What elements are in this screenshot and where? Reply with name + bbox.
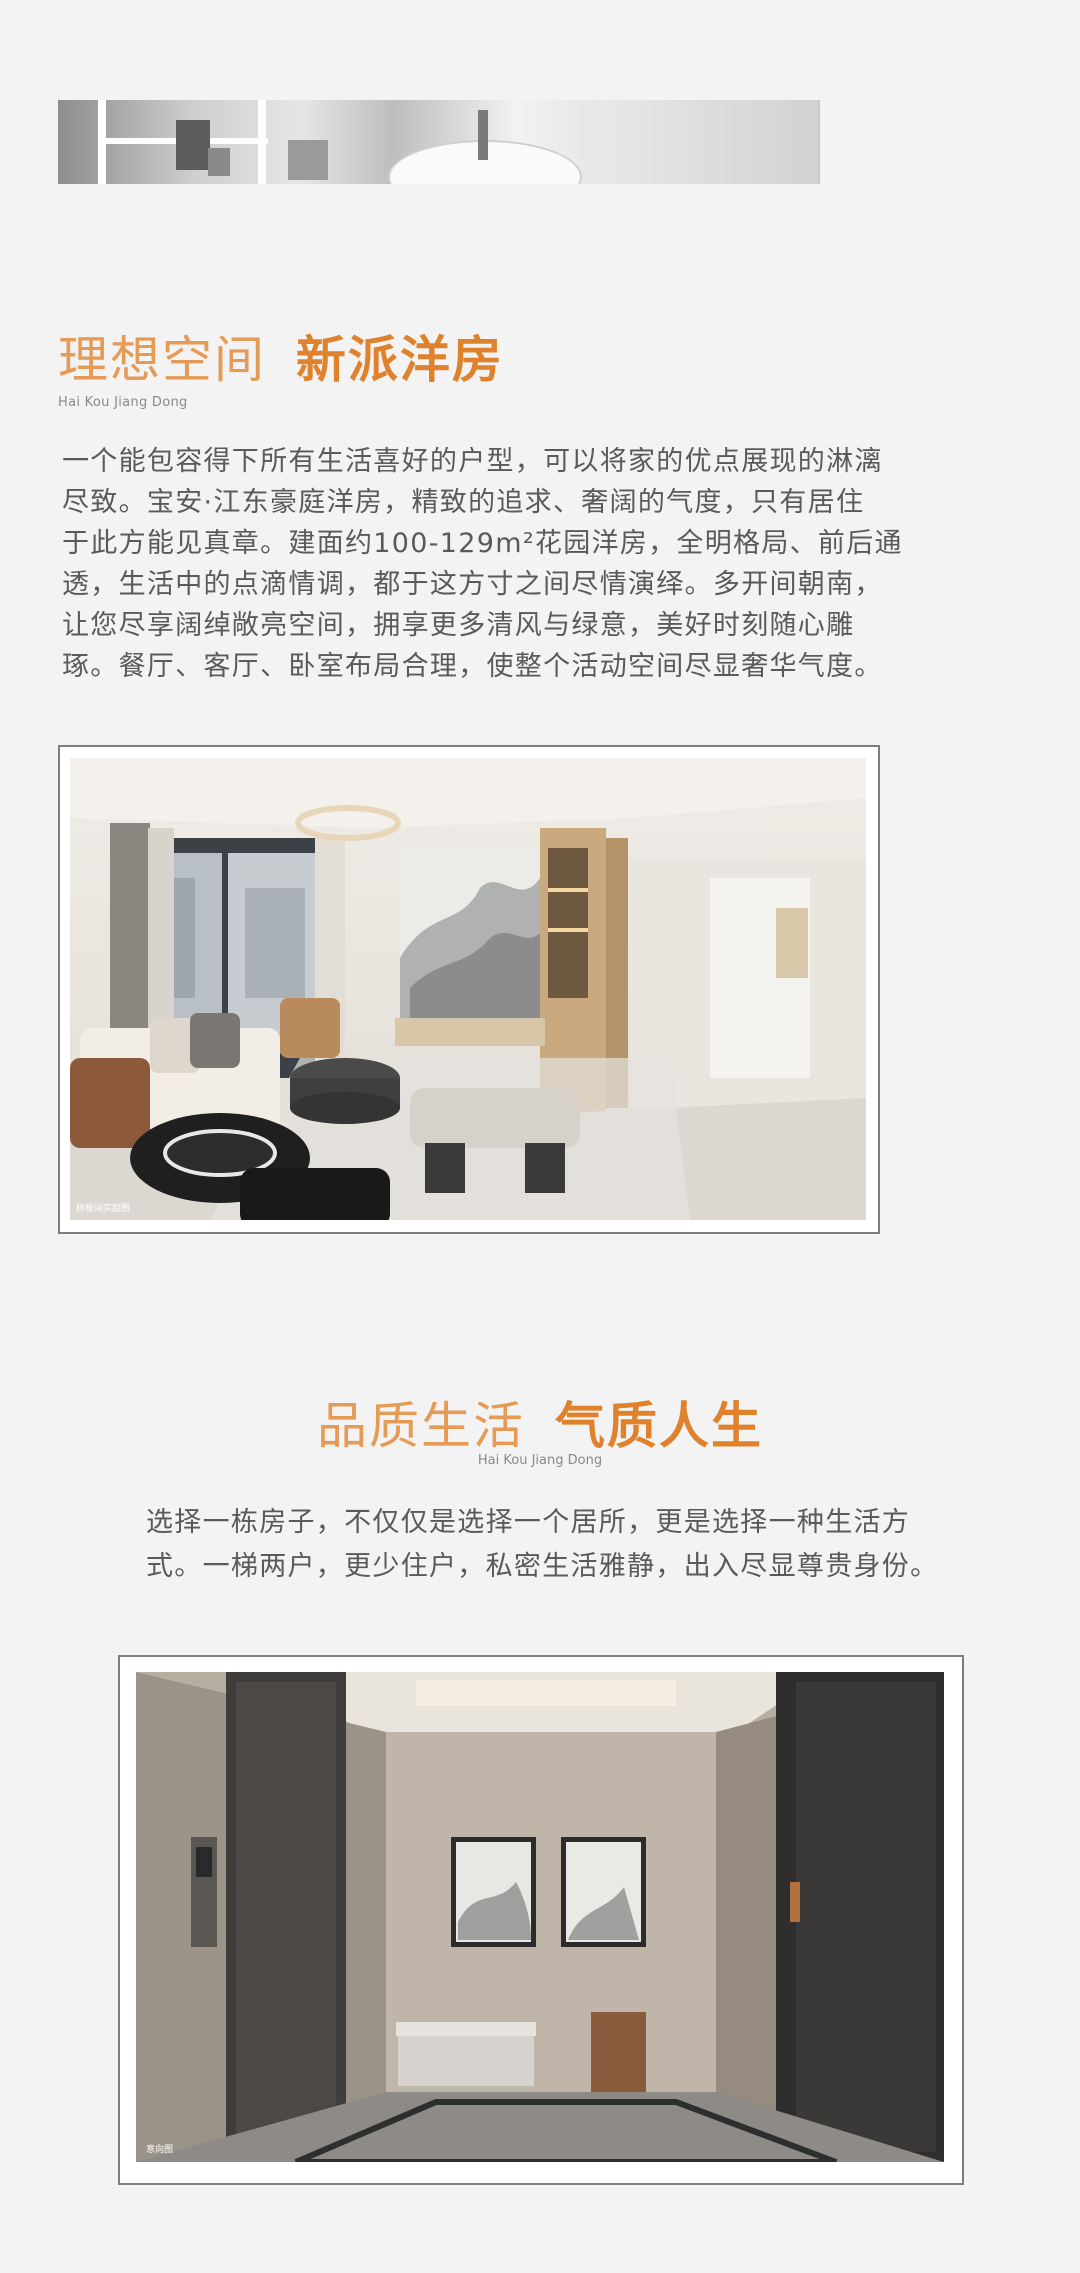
- section2-title-bold: 气质人生: [554, 1397, 763, 1455]
- bathroom-photo-strip: [58, 100, 820, 184]
- section2-paragraph: 选择一栋房子，不仅仅是选择一个居所，更是选择一种生活方 式。一梯两户，更少住户，…: [146, 1501, 956, 1589]
- section2-title-light: 品质生活: [317, 1397, 526, 1455]
- living-room-photo: [70, 758, 866, 1220]
- section1-title-light: 理想空间: [58, 331, 266, 389]
- paragraph-line: 琢。餐厅、客厅、卧室布局合理，使整个活动空间尽显奢华气度。: [62, 651, 883, 682]
- section1-title-bold: 新派洋房: [295, 331, 504, 389]
- section1-title: 理想空间 新派洋房: [58, 320, 504, 392]
- paragraph-line: 尽致。宝安·江东豪庭洋房，精致的追求、奢阔的气度，只有居住: [62, 487, 865, 518]
- section1-subtitle: Hai Kou Jiang Dong: [58, 395, 188, 410]
- section2-subtitle: Hai Kou Jiang Dong: [477, 1453, 603, 1468]
- paragraph-line: 于此方能见真章。建面约100-129m²花园洋房，全明格局、前后通: [62, 528, 903, 559]
- paragraph-line: 让您尽享阔绰敞亮空间，拥享更多清风与绿意，美好时刻随心雕: [62, 610, 855, 641]
- elevator-lobby-photo: [136, 1672, 944, 2162]
- paragraph-line: 式。一梯两户，更少住户，私密生活雅静，出入尽显尊贵身份。: [146, 1551, 939, 1582]
- photo-caption: 意向图: [146, 2145, 174, 2155]
- paragraph-line: 一个能包容得下所有生活喜好的户型，可以将家的优点展现的淋漓: [62, 446, 883, 477]
- photo-caption: 样板间实拍图: [76, 1204, 131, 1214]
- section2-title: 品质生活 气质人生: [0, 1386, 1080, 1458]
- paragraph-line: 选择一栋房子，不仅仅是选择一个居所，更是选择一种生活方: [146, 1507, 911, 1538]
- section1-paragraph: 一个能包容得下所有生活喜好的户型，可以将家的优点展现的淋漓 尽致。宝安·江东豪庭…: [62, 441, 903, 687]
- paragraph-line: 透，生活中的点滴情调，都于这方寸之间尽情演绎。多开间朝南，: [62, 569, 883, 600]
